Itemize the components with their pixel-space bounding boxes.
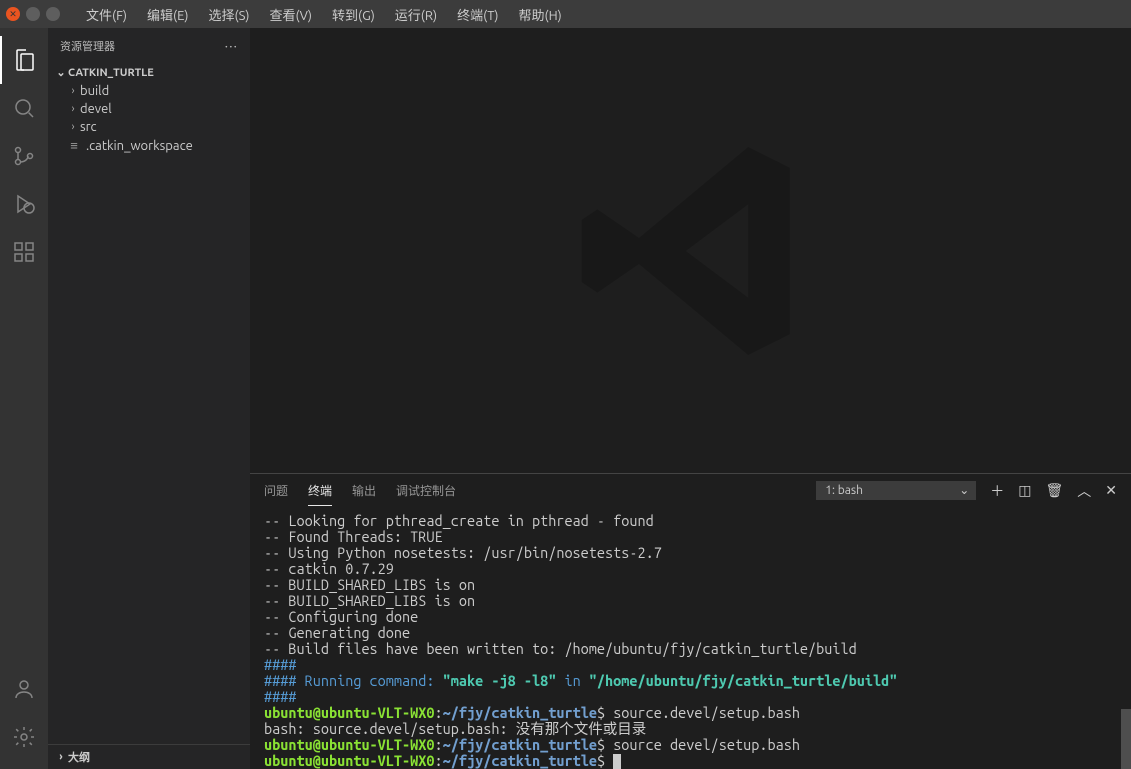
tree-folder-src[interactable]: › src — [58, 118, 250, 136]
window-minimize-button[interactable] — [26, 7, 40, 21]
settings-icon[interactable] — [0, 713, 48, 761]
project-header[interactable]: ⌄ CATKIN_TURTLE — [48, 63, 250, 82]
menu-bar: 文件(F) 编辑(E) 选择(S) 查看(V) 转到(G) 运行(R) 终端(T… — [76, 1, 572, 28]
bottom-panel: 问题 终端 输出 调试控制台 1: bash ＋ ◫ 🗑 ︿ ✕ -- Look… — [250, 473, 1131, 769]
window-maximize-button[interactable] — [46, 7, 60, 21]
sidebar-header: 资源管理器 ··· — [48, 28, 250, 63]
panel-tabs: 问题 终端 输出 调试控制台 1: bash ＋ ◫ 🗑 ︿ ✕ — [250, 474, 1131, 507]
editor-empty — [250, 28, 1131, 473]
split-terminal-icon[interactable]: ◫ — [1018, 482, 1031, 499]
chevron-down-icon: ⌄ — [54, 66, 68, 79]
source-control-icon[interactable] — [0, 132, 48, 180]
tree-label: devel — [80, 102, 112, 116]
terminal-body[interactable]: -- Looking for pthread_create in pthread… — [250, 507, 1131, 769]
menu-run[interactable]: 运行(R) — [385, 1, 447, 28]
chevron-right-icon: › — [66, 121, 80, 133]
menu-go[interactable]: 转到(G) — [322, 1, 385, 28]
menu-help[interactable]: 帮助(H) — [509, 1, 572, 28]
activity-bar — [0, 28, 48, 769]
menu-select[interactable]: 选择(S) — [199, 1, 260, 28]
tree-label: build — [80, 84, 109, 98]
menu-file[interactable]: 文件(F) — [76, 1, 137, 28]
sidebar-more-icon[interactable]: ··· — [225, 38, 238, 54]
tab-output[interactable]: 输出 — [352, 476, 376, 505]
outline-section[interactable]: › 大纲 — [48, 744, 250, 769]
tab-terminal[interactable]: 终端 — [308, 476, 332, 506]
outline-label: 大纲 — [68, 749, 90, 765]
explorer-icon[interactable] — [0, 36, 48, 84]
search-icon[interactable] — [0, 84, 48, 132]
chevron-right-icon: › — [54, 751, 68, 763]
sidebar-title: 资源管理器 — [60, 38, 115, 54]
menu-terminal[interactable]: 终端(T) — [447, 1, 508, 28]
terminal-cursor — [613, 754, 621, 769]
chevron-right-icon: › — [66, 103, 80, 115]
close-panel-icon[interactable]: ✕ — [1105, 482, 1117, 499]
terminal-select[interactable]: 1: bash — [816, 481, 976, 500]
extensions-icon[interactable] — [0, 228, 48, 276]
tree-folder-devel[interactable]: › devel — [58, 100, 250, 118]
file-tree: › build › devel › src ≡ .catkin_workspac… — [48, 82, 250, 155]
tree-file-catkin-workspace[interactable]: ≡ .catkin_workspace — [58, 136, 250, 155]
chevron-right-icon: › — [66, 85, 80, 97]
debug-icon[interactable] — [0, 180, 48, 228]
file-icon: ≡ — [66, 138, 82, 153]
sidebar: 资源管理器 ··· ⌄ CATKIN_TURTLE › build › deve… — [48, 28, 250, 769]
tree-label: src — [80, 120, 97, 134]
tab-problems[interactable]: 问题 — [264, 476, 288, 505]
window-controls: ✕ — [6, 7, 60, 21]
titlebar: ✕ 文件(F) 编辑(E) 选择(S) 查看(V) 转到(G) 运行(R) 终端… — [0, 0, 1131, 28]
account-icon[interactable] — [0, 665, 48, 713]
project-name: CATKIN_TURTLE — [68, 67, 154, 79]
window-close-button[interactable]: ✕ — [6, 7, 20, 21]
maximize-panel-icon[interactable]: ︿ — [1077, 481, 1091, 501]
terminal-scrollbar[interactable] — [1121, 507, 1131, 769]
new-terminal-icon[interactable]: ＋ — [990, 481, 1004, 501]
tree-label: .catkin_workspace — [86, 139, 193, 153]
editor-area: 问题 终端 输出 调试控制台 1: bash ＋ ◫ 🗑 ︿ ✕ -- Look… — [250, 28, 1131, 769]
menu-view[interactable]: 查看(V) — [260, 1, 322, 28]
tab-debug-console[interactable]: 调试控制台 — [396, 476, 456, 505]
menu-edit[interactable]: 编辑(E) — [137, 1, 198, 28]
kill-terminal-icon[interactable]: 🗑 — [1045, 482, 1063, 499]
vscode-logo-icon — [561, 121, 821, 381]
tree-folder-build[interactable]: › build — [58, 82, 250, 100]
